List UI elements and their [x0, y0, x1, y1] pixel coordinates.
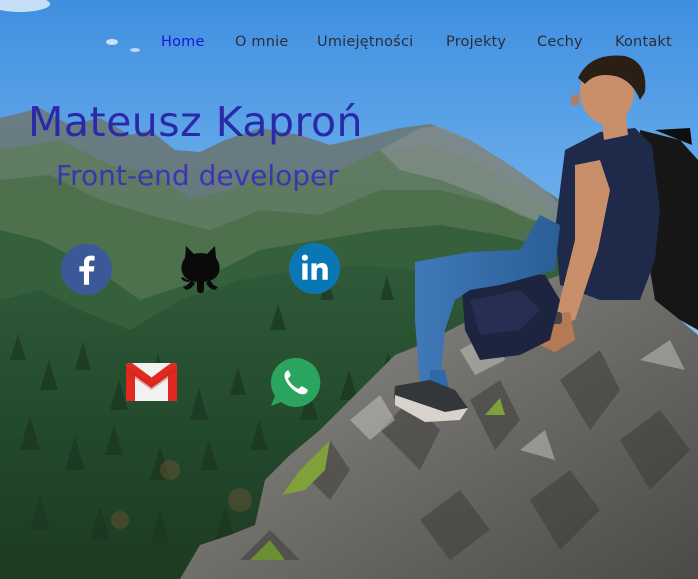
- nav-item-umiejetnosci[interactable]: Umiejętności: [317, 34, 413, 50]
- nav-item-cechy[interactable]: Cechy: [537, 34, 583, 50]
- whatsapp-icon[interactable]: [269, 356, 322, 409]
- gmail-icon[interactable]: [125, 362, 178, 402]
- main-nav: Home O mnie Umiejętności Projekty Cechy …: [0, 34, 698, 56]
- nav-item-o-mnie[interactable]: O mnie: [235, 34, 289, 50]
- hero-name: Mateusz Kaproń: [28, 98, 364, 146]
- hero-role: Front-end developer: [56, 159, 339, 192]
- facebook-icon[interactable]: [61, 244, 112, 295]
- nav-item-home[interactable]: Home: [161, 34, 205, 50]
- nav-item-projekty[interactable]: Projekty: [446, 34, 506, 50]
- linkedin-icon[interactable]: [289, 243, 340, 294]
- github-icon[interactable]: [178, 242, 223, 295]
- nav-item-kontakt[interactable]: Kontakt: [615, 34, 672, 50]
